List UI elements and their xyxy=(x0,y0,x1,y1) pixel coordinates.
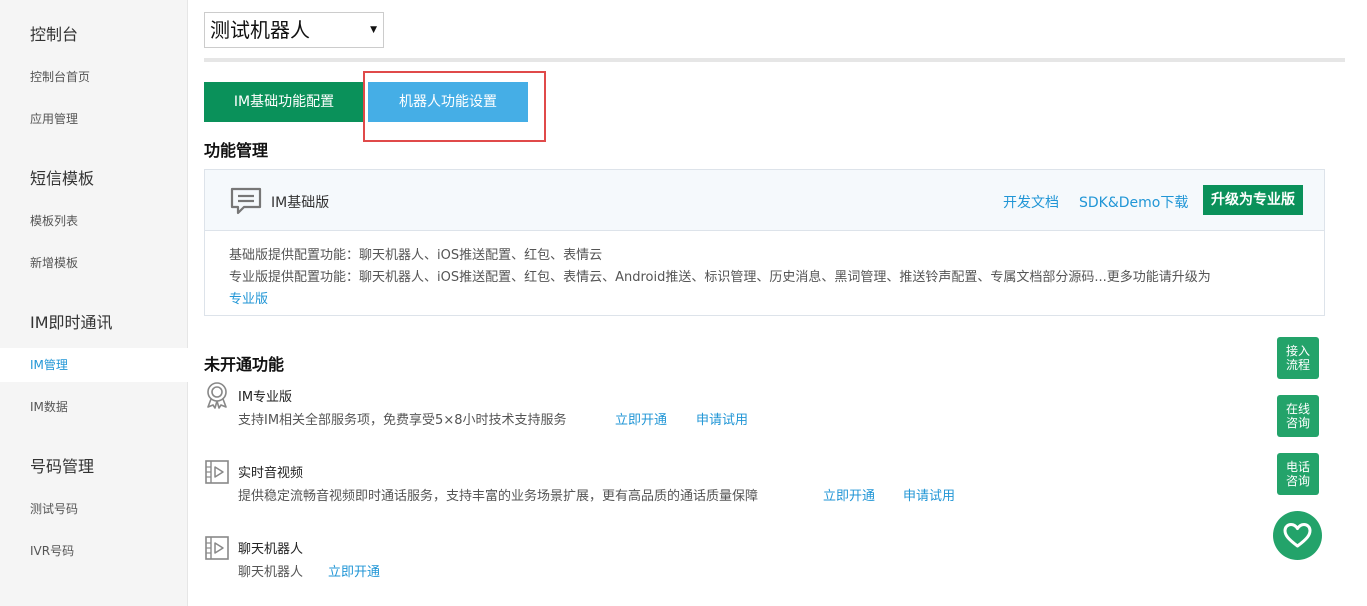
open-now-link-rtc[interactable]: 立即开通 xyxy=(823,485,875,504)
sidebar-section-sms-template: 短信模板 xyxy=(30,169,95,188)
favorite-button[interactable] xyxy=(1273,511,1322,560)
inactive-features-title: 未开通功能 xyxy=(204,355,285,374)
sidebar-item-im-data[interactable]: IM数据 xyxy=(0,390,188,424)
feature-management-title: 功能管理 xyxy=(204,141,269,160)
access-flow-button[interactable]: 接入 流程 xyxy=(1277,337,1319,379)
card-title: IM基础版 xyxy=(271,195,330,211)
feature-desc-chatbot: 聊天机器人 xyxy=(238,565,304,580)
phone-consult-label-2: 咨询 xyxy=(1285,474,1310,488)
pro-features-text: 专业版提供配置功能：聊天机器人、iOS推送配置、红包、表情云、Android推送… xyxy=(229,270,1211,285)
award-icon xyxy=(204,381,230,409)
card-header: IM基础版 开发文档 SDK&Demo下载 升级为专业版 xyxy=(205,170,1324,231)
sidebar-item-new-template[interactable]: 新增模板 xyxy=(0,246,188,280)
apply-trial-link-rtc[interactable]: 申请试用 xyxy=(903,485,955,504)
online-consult-button[interactable]: 在线 咨询 xyxy=(1277,395,1319,437)
robot-select[interactable]: 测试机器人 ▼ xyxy=(204,12,384,48)
sidebar-section-number-management: 号码管理 xyxy=(30,457,95,476)
im-basic-card: IM基础版 开发文档 SDK&Demo下载 升级为专业版 基础版提供配置功能：聊… xyxy=(204,169,1325,316)
sidebar-item-console-home[interactable]: 控制台首页 xyxy=(0,60,188,94)
open-now-link-chatbot[interactable]: 立即开通 xyxy=(328,561,380,580)
upgrade-pro-button[interactable]: 升级为专业版 xyxy=(1203,185,1303,215)
message-icon xyxy=(229,186,263,216)
feature-name-chatbot: 聊天机器人 xyxy=(238,542,304,557)
divider xyxy=(204,58,1345,62)
sidebar-section-im: IM即时通讯 xyxy=(30,313,113,332)
sidebar: 控制台 控制台首页 应用管理 短信模板 模板列表 新增模板 IM即时通讯 IM管… xyxy=(0,0,188,606)
feature-name-im-pro: IM专业版 xyxy=(238,390,293,405)
sidebar-item-test-number[interactable]: 测试号码 xyxy=(0,492,188,526)
basic-features-text: 基础版提供配置功能：聊天机器人、iOS推送配置、红包、表情云 xyxy=(229,248,603,263)
online-consult-label-1: 在线 xyxy=(1285,402,1310,416)
online-consult-label-2: 咨询 xyxy=(1285,416,1310,430)
dropdown-arrow-icon: ▼ xyxy=(370,25,377,35)
phone-consult-button[interactable]: 电话 咨询 xyxy=(1277,453,1319,495)
app-root: 控制台 控制台首页 应用管理 短信模板 模板列表 新增模板 IM即时通讯 IM管… xyxy=(0,0,1367,606)
video-icon xyxy=(204,459,230,487)
feature-desc-im-pro: 支持IM相关全部服务项，免费享受5×8小时技术支持服务 xyxy=(238,413,567,428)
video-icon xyxy=(204,535,230,563)
feature-desc-rtc: 提供稳定流畅音视频即时通话服务，支持丰富的业务场景扩展，更有高品质的通话质量保障 xyxy=(238,489,759,504)
apply-trial-link-im-pro[interactable]: 申请试用 xyxy=(696,409,748,428)
tab-im-basic-config[interactable]: IM基础功能配置 xyxy=(204,82,364,122)
pro-version-link-line: 专业版 xyxy=(229,288,268,307)
access-flow-label-2: 流程 xyxy=(1285,358,1310,372)
feature-name-rtc: 实时音视频 xyxy=(238,466,304,481)
open-now-link-im-pro[interactable]: 立即开通 xyxy=(615,409,667,428)
access-flow-label-1: 接入 xyxy=(1285,344,1310,358)
sidebar-item-app-management[interactable]: 应用管理 xyxy=(0,102,188,136)
sidebar-section-console: 控制台 xyxy=(30,25,79,44)
sidebar-item-ivr-number[interactable]: IVR号码 xyxy=(0,534,188,568)
heart-icon xyxy=(1273,523,1322,564)
sidebar-item-template-list[interactable]: 模板列表 xyxy=(0,204,188,238)
sdk-demo-download-link[interactable]: SDK&Demo下载 xyxy=(1079,192,1188,212)
pro-version-link[interactable]: 专业版 xyxy=(229,292,268,307)
robot-select-value: 测试机器人 xyxy=(210,18,310,42)
dev-docs-link[interactable]: 开发文档 xyxy=(1003,192,1059,212)
sidebar-item-im-management[interactable]: IM管理 xyxy=(0,348,188,382)
main-content: 测试机器人 ▼ IM基础功能配置 机器人功能设置 功能管理 IM基础版 开发文档… xyxy=(188,0,1367,606)
phone-consult-label-1: 电话 xyxy=(1285,460,1310,474)
highlight-box xyxy=(363,71,546,142)
